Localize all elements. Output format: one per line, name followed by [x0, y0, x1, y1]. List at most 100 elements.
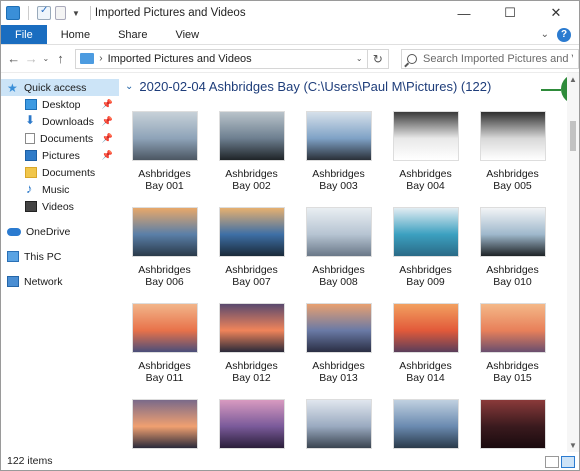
sidebar-item-downloads[interactable]: Downloads 📌	[1, 113, 119, 130]
tab-file[interactable]: File	[1, 25, 47, 44]
new-folder-icon[interactable]	[55, 6, 66, 20]
pictures-icon	[25, 150, 37, 161]
customize-toolbar-dropdown-icon[interactable]: ▼	[70, 9, 82, 18]
file-tile[interactable]: Ashbridges Bay 013	[295, 303, 382, 384]
scroll-up-icon[interactable]: ▲	[567, 75, 579, 84]
scroll-down-icon[interactable]: ▼	[567, 441, 579, 450]
file-name: Ashbridges Bay 003	[312, 168, 365, 192]
sidebar-item-network[interactable]: Network	[1, 273, 119, 290]
image-thumbnail[interactable]	[305, 111, 372, 161]
image-thumbnail[interactable]	[131, 303, 198, 353]
sidebar-item-desktop[interactable]: Desktop 📌	[1, 96, 119, 113]
details-view-icon[interactable]	[545, 456, 559, 468]
file-tile[interactable]: Ashbridges Bay 007	[208, 207, 295, 288]
up-arrow-icon[interactable]: ↑	[52, 51, 70, 66]
properties-icon[interactable]	[37, 5, 51, 20]
chevron-right-icon[interactable]: ›	[99, 53, 102, 64]
file-name: Ashbridges Bay 011	[138, 360, 191, 384]
file-tile[interactable]: Ashbridges Bay 001	[121, 111, 208, 192]
sidebar-item-quick-access[interactable]: ★ Quick access	[1, 79, 119, 96]
file-name: Ashbridges Bay 008	[312, 264, 365, 288]
group-title: 2020-02-04 Ashbridges Bay (C:\Users\Paul…	[139, 79, 492, 94]
image-thumbnail[interactable]	[131, 399, 198, 449]
chevron-down-icon[interactable]: ⌄	[125, 81, 133, 92]
explorer-app-icon[interactable]	[6, 6, 20, 20]
close-button[interactable]: ✕	[533, 1, 579, 25]
file-name: Ashbridges Bay 005	[486, 168, 539, 192]
file-tile[interactable]	[208, 399, 295, 452]
image-thumbnail[interactable]	[479, 111, 546, 161]
search-input[interactable]	[422, 52, 573, 65]
file-tile[interactable]	[469, 399, 556, 452]
image-thumbnail[interactable]	[392, 207, 459, 257]
image-thumbnail[interactable]	[479, 207, 546, 257]
image-thumbnail[interactable]	[392, 303, 459, 353]
image-thumbnail[interactable]	[479, 399, 546, 449]
sidebar-item-documents-folder[interactable]: Documents	[1, 164, 119, 181]
file-tile[interactable]	[382, 399, 469, 452]
sidebar-item-label: Quick access	[24, 81, 87, 94]
image-thumbnail[interactable]	[218, 303, 285, 353]
maximize-button[interactable]: ☐	[487, 1, 533, 25]
file-tile[interactable]	[295, 399, 382, 452]
file-tile[interactable]: Ashbridges Bay 006	[121, 207, 208, 288]
file-tile[interactable]: Ashbridges Bay 015	[469, 303, 556, 384]
expand-ribbon-icon[interactable]: ⌄	[541, 29, 549, 40]
file-tile[interactable]: Ashbridges Bay 011	[121, 303, 208, 384]
scroll-thumb[interactable]	[570, 121, 576, 151]
sidebar-item-music[interactable]: Music	[1, 181, 119, 198]
file-name: Ashbridges Bay 015	[486, 360, 539, 384]
sidebar-item-label: Documents	[42, 166, 96, 179]
sidebar-item-onedrive[interactable]: OneDrive	[1, 223, 119, 240]
address-path[interactable]: Imported Pictures and Videos	[108, 53, 351, 65]
address-bar[interactable]: › Imported Pictures and Videos ⌄	[75, 48, 368, 69]
quick-access-toolbar: ▼	[1, 5, 95, 20]
file-name: Ashbridges Bay 006	[138, 264, 191, 288]
image-thumbnail[interactable]	[305, 303, 372, 353]
file-tile[interactable]: Ashbridges Bay 014	[382, 303, 469, 384]
pin-icon: 📌	[101, 150, 113, 160]
image-thumbnail[interactable]	[218, 207, 285, 257]
pin-icon: 📌	[101, 116, 113, 126]
file-tile[interactable]	[121, 399, 208, 452]
large-icons-view-icon[interactable]	[561, 456, 575, 468]
image-thumbnail[interactable]	[218, 111, 285, 161]
image-thumbnail[interactable]	[131, 111, 198, 161]
vertical-scrollbar[interactable]: ▲ ▼	[567, 73, 579, 452]
sidebar-item-label: Network	[24, 275, 63, 288]
file-tile[interactable]: Ashbridges Bay 008	[295, 207, 382, 288]
minimize-button[interactable]: —	[441, 1, 487, 25]
file-tile[interactable]: Ashbridges Bay 010	[469, 207, 556, 288]
image-thumbnail[interactable]	[218, 399, 285, 449]
sidebar-item-videos[interactable]: Videos	[1, 198, 119, 215]
tab-home[interactable]: Home	[47, 25, 104, 44]
image-thumbnail[interactable]	[305, 399, 372, 449]
file-name: Ashbridges Bay 004	[399, 168, 452, 192]
back-arrow-icon[interactable]: ←	[5, 51, 23, 66]
image-thumbnail[interactable]	[392, 399, 459, 449]
file-tile[interactable]: Ashbridges Bay 003	[295, 111, 382, 192]
refresh-button[interactable]: ↻	[367, 48, 389, 69]
recent-locations-icon[interactable]: ⌄	[40, 54, 52, 63]
window-title: Imported Pictures and Videos	[94, 7, 246, 19]
help-icon[interactable]: ?	[557, 27, 571, 42]
file-tile[interactable]: Ashbridges Bay 005	[469, 111, 556, 192]
group-header[interactable]: ⌄ 2020-02-04 Ashbridges Bay (C:\Users\Pa…	[125, 79, 491, 94]
sidebar-item-pictures[interactable]: Pictures 📌	[1, 147, 119, 164]
sidebar-item-documents[interactable]: Documents 📌	[1, 130, 119, 147]
file-tile[interactable]: Ashbridges Bay 009	[382, 207, 469, 288]
search-box[interactable]	[400, 48, 579, 69]
tab-share[interactable]: Share	[104, 25, 161, 44]
sidebar-item-this-pc[interactable]: This PC	[1, 248, 119, 265]
file-tile[interactable]: Ashbridges Bay 002	[208, 111, 295, 192]
tab-view[interactable]: View	[161, 25, 213, 44]
image-thumbnail[interactable]	[305, 207, 372, 257]
address-dropdown-icon[interactable]: ⌄	[356, 54, 363, 63]
forward-arrow-icon[interactable]: →	[23, 51, 41, 66]
file-tile[interactable]: Ashbridges Bay 012	[208, 303, 295, 384]
navigation-pane: ★ Quick access Desktop 📌 Downloads 📌 Doc…	[1, 79, 119, 452]
image-thumbnail[interactable]	[479, 303, 546, 353]
file-tile[interactable]: Ashbridges Bay 004	[382, 111, 469, 192]
image-thumbnail[interactable]	[392, 111, 459, 161]
image-thumbnail[interactable]	[131, 207, 198, 257]
